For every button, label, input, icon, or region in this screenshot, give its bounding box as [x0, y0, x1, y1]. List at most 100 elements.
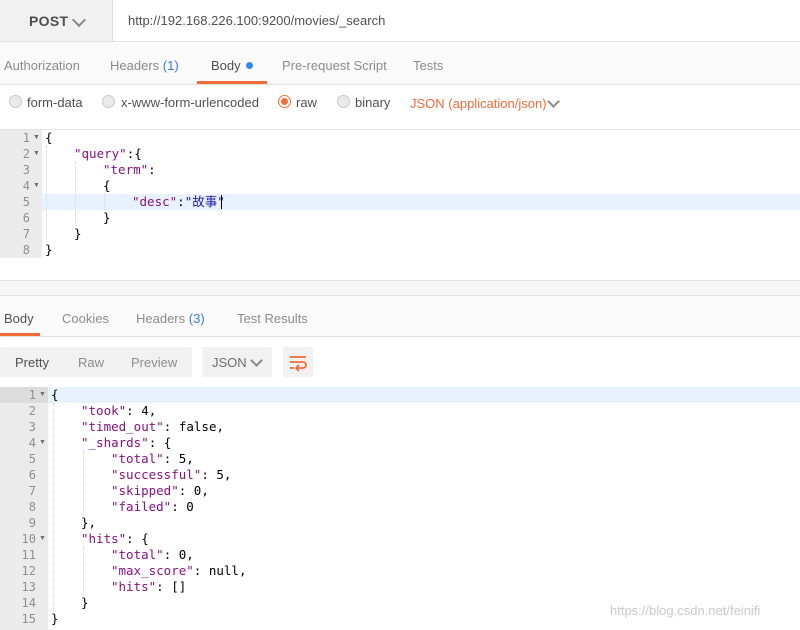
code-line: "query":{: [74, 146, 142, 162]
indent-guide: [104, 194, 105, 210]
json-punct: :: [177, 194, 185, 209]
code-text: {: [45, 130, 53, 145]
tab-tests[interactable]: Tests: [413, 58, 443, 73]
line-number: 15: [21, 612, 36, 626]
fold-arrow-icon[interactable]: ▼: [39, 531, 46, 547]
active-tab-indicator: [197, 81, 267, 84]
line-number: 6: [22, 211, 30, 225]
json-key: "failed": [111, 499, 172, 514]
line-number: 5: [28, 452, 36, 466]
code-text: },: [81, 515, 97, 530]
radio-urlencoded[interactable]: [102, 95, 115, 108]
code-text: }: [81, 595, 89, 610]
language-select[interactable]: JSON: [202, 347, 272, 377]
url-bar: POST http://192.168.226.100:9200/movies/…: [0, 0, 800, 42]
indent-guide: [46, 146, 47, 242]
tab-response-cookies[interactable]: Cookies: [62, 311, 109, 326]
raw-button[interactable]: Raw: [78, 355, 104, 370]
request-tabs: Authorization Headers (1) Body Pre-reque…: [0, 42, 800, 85]
tab-response-headers-count: (3): [188, 311, 205, 326]
line-number: 8: [22, 243, 30, 257]
tab-test-results[interactable]: Test Results: [237, 311, 308, 326]
radio-form-data[interactable]: [9, 95, 22, 108]
fold-arrow-icon[interactable]: ▼: [39, 387, 46, 403]
tab-body[interactable]: Body: [211, 58, 253, 73]
wrap-lines-button[interactable]: [283, 347, 313, 377]
json-string: "故事": [184, 194, 225, 209]
response-tabs: Body Cookies Headers (3) Test Results: [0, 296, 800, 337]
fold-arrow-icon[interactable]: ▼: [33, 130, 40, 146]
json-key: "hits": [81, 531, 127, 546]
radio-raw[interactable]: [278, 95, 291, 108]
line-number: 12: [21, 564, 36, 578]
code-text: }: [103, 210, 111, 225]
fold-arrow-icon[interactable]: ▼: [33, 146, 40, 162]
json-array: []: [171, 579, 187, 594]
radio-binary-label[interactable]: binary: [355, 95, 390, 110]
body-type-selector: form-data x-www-form-urlencoded raw bina…: [0, 85, 800, 130]
json-key: "total": [111, 547, 164, 562]
code-line: "desc":"故事": [132, 194, 225, 210]
tab-response-headers-label: Headers: [136, 311, 186, 326]
code-line: "failed": 0: [111, 499, 194, 514]
radio-binary[interactable]: [337, 95, 350, 108]
json-number: 0: [186, 499, 194, 514]
line-number: 7: [22, 227, 30, 241]
json-key: "skipped": [111, 483, 179, 498]
wrap-lines-icon: [290, 356, 307, 372]
json-key: "desc": [132, 194, 178, 209]
active-tab-indicator: [0, 333, 40, 336]
line-number: 11: [21, 548, 36, 562]
chevron-down-icon[interactable]: [547, 95, 560, 108]
indent-guide: [83, 451, 84, 515]
tab-response-headers[interactable]: Headers (3): [136, 311, 205, 326]
code-line: "total": 5,: [111, 451, 194, 466]
url-input[interactable]: http://192.168.226.100:9200/movies/_sear…: [112, 0, 800, 41]
fold-arrow-icon[interactable]: ▼: [39, 435, 46, 451]
line-number: 2: [22, 147, 30, 161]
line-number: 5: [22, 195, 30, 209]
line-number: 10: [21, 532, 36, 546]
radio-form-data-label[interactable]: form-data: [27, 95, 83, 110]
tab-response-body[interactable]: Body: [4, 311, 34, 326]
tab-authorization[interactable]: Authorization: [4, 58, 80, 73]
code-line: "successful": 5,: [111, 467, 232, 482]
json-boolean: false: [178, 419, 217, 434]
method-label: POST: [29, 13, 69, 29]
line-number: 9: [28, 516, 36, 530]
line-number: 14: [21, 596, 36, 610]
method-select[interactable]: POST: [0, 0, 113, 41]
line-number: 2: [28, 404, 36, 418]
fold-arrow-icon[interactable]: ▼: [33, 178, 40, 194]
language-label: JSON: [212, 355, 247, 370]
pane-resize-handle[interactable]: [0, 281, 800, 296]
radio-urlencoded-label[interactable]: x-www-form-urlencoded: [121, 95, 259, 110]
tab-prerequest-script[interactable]: Pre-request Script: [282, 58, 387, 73]
line-number: 4: [28, 436, 36, 450]
watermark: https://blog.csdn.net/feinifi: [610, 603, 761, 618]
code-text: }: [45, 242, 53, 257]
code-line: "_shards": {: [81, 435, 172, 450]
code-text: }: [74, 226, 82, 241]
json-number: 5: [216, 467, 224, 482]
code-line: "total": 0,: [111, 547, 194, 562]
code-text: {: [103, 178, 111, 193]
content-type-select[interactable]: JSON (application/json): [410, 96, 547, 111]
radio-raw-label[interactable]: raw: [296, 95, 317, 110]
code-line: "took": 4,: [81, 403, 157, 418]
tab-body-label: Body: [211, 58, 241, 73]
response-body-viewer[interactable]: 1 ▼ 2 3 4 ▼ 5 6 7 8 9 10 ▼ 11 12 13 14 1…: [0, 387, 800, 630]
preview-button[interactable]: Preview: [131, 355, 177, 370]
line-number: 8: [28, 500, 36, 514]
json-key: "timed_out": [81, 419, 164, 434]
request-body-editor[interactable]: 1 ▼ 2 ▼ 3 4 ▼ 5 6 7 8 { "query":{ "term"…: [0, 130, 800, 281]
code-line: "hits": {: [81, 531, 149, 546]
code-line: "max_score": null,: [111, 563, 247, 578]
json-key: "took": [81, 403, 127, 418]
code-line: "hits": []: [111, 579, 187, 594]
pretty-button[interactable]: Pretty: [15, 355, 49, 370]
line-number: 13: [21, 580, 36, 594]
tab-headers[interactable]: Headers (1): [110, 58, 179, 73]
json-key: "successful": [111, 467, 202, 482]
json-key: "_shards": [81, 435, 149, 450]
